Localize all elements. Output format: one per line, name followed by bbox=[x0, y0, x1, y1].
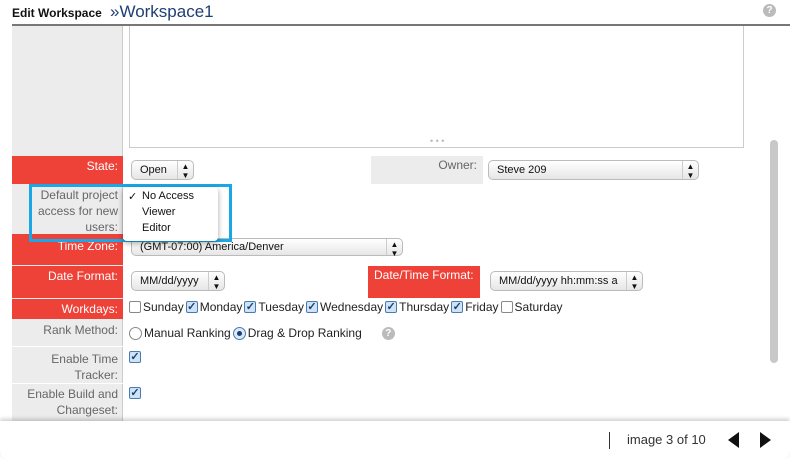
day-label: Wednesday bbox=[320, 300, 384, 314]
checkbox-wednesday[interactable]: ✓ bbox=[306, 301, 318, 313]
rank-method-label: Rank Method: bbox=[43, 323, 118, 337]
menu-item-label: Viewer bbox=[142, 206, 176, 218]
help-icon[interactable]: ? bbox=[763, 4, 776, 17]
day-label: Sunday bbox=[143, 300, 184, 314]
time-zone-value: (GMT-07:00) America/Denver bbox=[140, 241, 284, 253]
build-changeset-label: Enable Build and Changeset: bbox=[27, 387, 118, 417]
radio-drag-drop-ranking[interactable] bbox=[232, 326, 246, 340]
checkbox-friday[interactable]: ✓ bbox=[451, 301, 464, 313]
date-format-select[interactable]: MM/dd/yyyy ▲ ▼ bbox=[131, 271, 225, 291]
menu-item-viewer[interactable]: Viewer bbox=[123, 206, 218, 222]
help-icon[interactable]: ? bbox=[381, 326, 395, 340]
default-access-dropdown-menu: ✓ No Access Viewer Editor bbox=[123, 187, 218, 241]
select-arrows-icon: ▲ ▼ bbox=[626, 272, 642, 291]
checkbox-tuesday[interactable]: ✓ bbox=[244, 301, 257, 313]
select-arrows-icon: ▲ ▼ bbox=[386, 239, 402, 258]
date-format-value: MM/dd/yyyy bbox=[140, 275, 199, 287]
time-tracker-checkbox[interactable]: ✓ bbox=[129, 351, 141, 363]
workdays-label: Workdays: bbox=[12, 299, 123, 319]
menu-item-label: No Access bbox=[142, 190, 194, 202]
radio-manual-ranking[interactable] bbox=[129, 326, 142, 340]
radio-label: Manual Ranking bbox=[144, 326, 231, 340]
resize-grip-icon[interactable]: • • • bbox=[430, 136, 444, 146]
checkmark-icon: ✓ bbox=[128, 191, 138, 203]
description-textarea[interactable] bbox=[129, 26, 744, 148]
menu-item-editor[interactable]: Editor bbox=[123, 222, 218, 238]
previous-arrow-icon[interactable] bbox=[728, 432, 739, 448]
state-label: State: bbox=[12, 156, 123, 184]
select-arrows-icon: ▲ ▼ bbox=[682, 161, 698, 180]
day-label: Saturday bbox=[514, 300, 563, 314]
owner-label: Owner: bbox=[371, 156, 483, 184]
owner-select[interactable]: Steve 209 ▲ ▼ bbox=[488, 160, 699, 180]
state-select[interactable]: Open ▲ ▼ bbox=[131, 160, 194, 180]
menu-item-label: Editor bbox=[142, 222, 171, 234]
next-arrow-icon[interactable] bbox=[760, 432, 771, 448]
state-value: Open bbox=[140, 164, 167, 176]
datetime-format-label: Date/Time Format: bbox=[368, 266, 480, 298]
checkbox-thursday[interactable]: ✓ bbox=[385, 301, 398, 313]
date-format-label: Date Format: bbox=[12, 266, 123, 298]
scrollbar[interactable] bbox=[770, 140, 778, 363]
menu-item-no-access[interactable]: ✓ No Access bbox=[123, 190, 218, 206]
checkbox-monday[interactable]: ✓ bbox=[185, 301, 198, 313]
datetime-format-select[interactable]: MM/dd/yyyy hh:mm:ss a ▲ ▼ bbox=[490, 271, 643, 291]
pagination-text: image 3 of 10 bbox=[627, 432, 706, 447]
select-arrows-icon: ▲ ▼ bbox=[208, 272, 224, 291]
divider bbox=[609, 432, 610, 449]
day-label: Tuesday bbox=[258, 300, 304, 314]
datetime-format-value: MM/dd/yyyy hh:mm:ss a bbox=[499, 275, 618, 287]
time-tracker-label: Enable Time Tracker: bbox=[51, 352, 118, 382]
workspace-name: »Workspace1 bbox=[110, 2, 214, 21]
day-label: Monday bbox=[199, 300, 243, 314]
rank-method-group: Manual Ranking Drag & Drop Ranking ? bbox=[129, 326, 395, 340]
owner-value: Steve 209 bbox=[497, 164, 547, 176]
build-changeset-checkbox[interactable]: ✓ bbox=[129, 387, 141, 399]
checkbox-saturday[interactable] bbox=[500, 301, 513, 313]
checkbox-sunday[interactable] bbox=[129, 301, 141, 313]
day-label: Friday bbox=[465, 300, 499, 314]
select-arrows-icon: ▲ ▼ bbox=[177, 161, 193, 180]
dialog-title: Edit Workspace bbox=[12, 6, 102, 20]
radio-label: Drag & Drop Ranking bbox=[247, 326, 362, 340]
workdays-group: Sunday ✓ Monday ✓ Tuesday ✓ Wednesday ✓ Thur… bbox=[129, 300, 563, 314]
day-label: Thursday bbox=[399, 300, 450, 314]
